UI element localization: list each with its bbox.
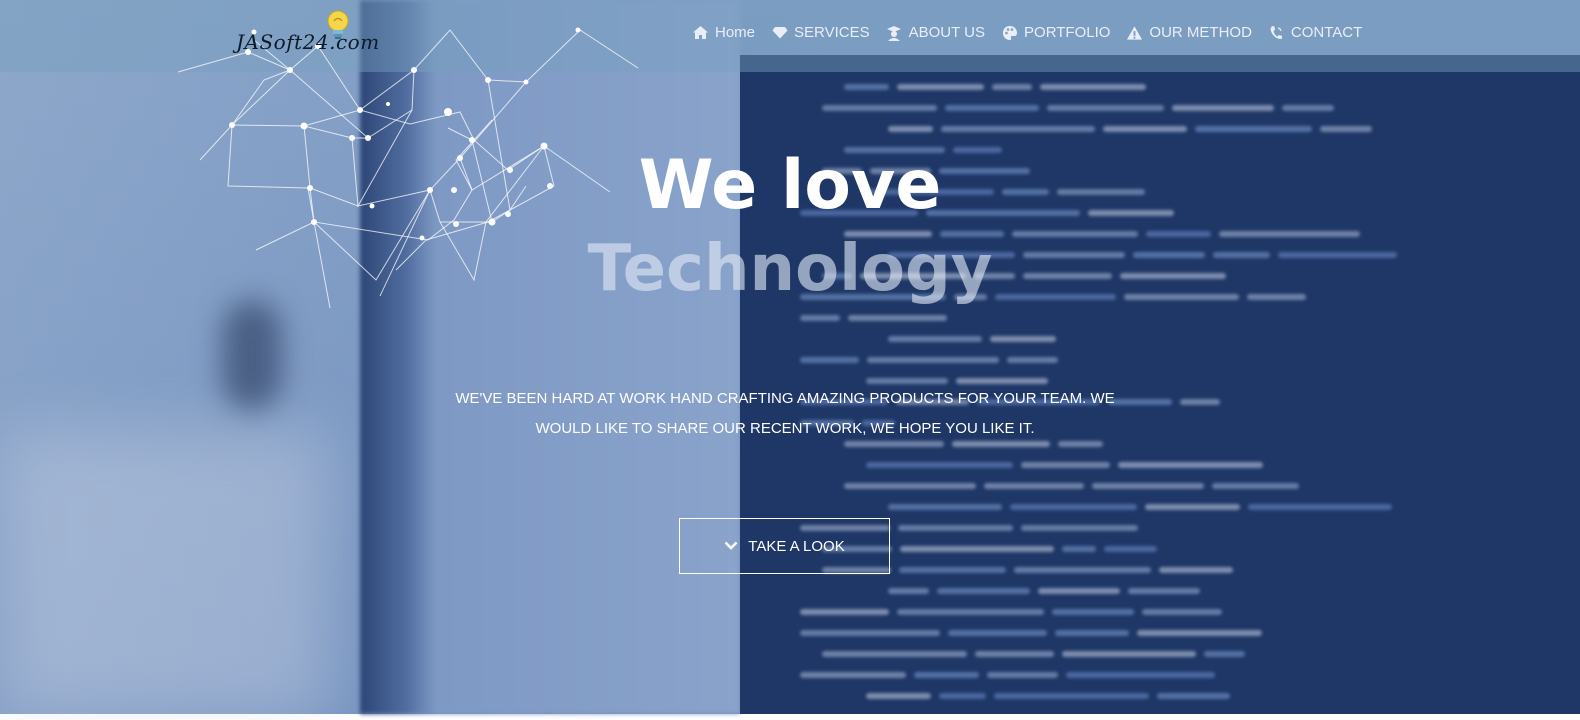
code-line-segment	[1066, 672, 1215, 678]
code-line-segment	[888, 588, 929, 594]
code-line-segment	[948, 630, 1047, 636]
diamond-icon	[771, 24, 788, 41]
nav-item-about-us[interactable]: ABOUT US	[886, 24, 985, 41]
code-line-segment	[822, 651, 967, 657]
nav-item-home[interactable]: Home	[692, 24, 755, 41]
code-line-segment	[990, 336, 1056, 342]
nav-item-label: Home	[715, 24, 756, 41]
nav-item-contact[interactable]: CONTACT	[1268, 24, 1362, 41]
code-line-segment	[800, 315, 840, 321]
code-line-segment	[975, 651, 1054, 657]
code-line-segment	[1145, 504, 1240, 510]
code-line-segment	[1010, 504, 1137, 510]
code-line-segment	[1014, 567, 1151, 573]
code-line-segment	[1007, 357, 1058, 363]
hero-title-line-2: Technology	[587, 232, 993, 306]
code-line-segment	[888, 504, 1002, 510]
code-line-segment	[1282, 105, 1334, 111]
hero-subtitle-line-2: WOULD LIKE TO SHARE OUR RECENT WORK, WE …	[535, 420, 1035, 437]
code-line-segment	[984, 483, 1084, 489]
code-line-segment	[822, 105, 937, 111]
phone-icon	[1268, 24, 1285, 41]
code-line-segment	[866, 693, 931, 699]
main-navigation: Home SERVICES ABOUT US PORTFOLIO OUR MET…	[692, 24, 1362, 41]
code-line-segment	[800, 357, 859, 363]
code-line-segment	[1052, 609, 1134, 615]
code-line-segment	[800, 630, 940, 636]
code-line-segment	[1118, 462, 1263, 468]
code-line-segment	[992, 84, 1032, 90]
site-logo[interactable]: JASoft24.com	[236, 30, 380, 54]
graduate-icon	[886, 24, 903, 41]
code-line-segment	[1062, 651, 1196, 657]
nav-item-label: PORTFOLIO	[1024, 24, 1111, 41]
background-blur-light	[0, 430, 330, 720]
code-line-segment	[945, 105, 1039, 111]
code-line-segment	[844, 84, 889, 90]
code-line-segment	[1104, 546, 1157, 552]
code-line-segment	[1180, 399, 1220, 405]
chevron-down-icon	[724, 538, 738, 555]
home-icon	[692, 24, 709, 41]
code-line-segment	[800, 609, 889, 615]
code-line-segment	[994, 693, 1149, 699]
code-line-segment	[866, 462, 1013, 468]
code-line-segment	[914, 672, 979, 678]
code-line-segment	[1159, 567, 1233, 573]
nav-item-label: CONTACT	[1290, 24, 1363, 41]
code-line-segment	[1320, 126, 1372, 132]
code-line-segment	[939, 693, 986, 699]
nav-item-label: OUR METHOD	[1149, 24, 1252, 41]
nav-item-services[interactable]: SERVICES	[771, 24, 870, 41]
code-line-segment	[1212, 483, 1299, 489]
code-line-segment	[900, 546, 1054, 552]
code-line-segment	[1055, 630, 1129, 636]
code-line-segment	[848, 315, 947, 321]
code-line-segment	[1137, 630, 1262, 636]
nav-item-label: SERVICES	[794, 24, 870, 41]
code-line-segment	[1040, 84, 1146, 90]
code-line-segment	[1142, 609, 1222, 615]
code-line-segment	[987, 672, 1058, 678]
code-line-segment	[867, 357, 999, 363]
code-line-segment	[888, 126, 933, 132]
code-line-segment	[898, 525, 1013, 531]
code-line-segment	[1103, 126, 1187, 132]
code-line-segment	[1248, 504, 1392, 510]
hero-title-line-1: We love	[638, 146, 942, 225]
code-line-segment	[897, 84, 984, 90]
code-line-segment	[1172, 105, 1274, 111]
code-line-segment	[1157, 693, 1230, 699]
triangle-icon	[1126, 24, 1143, 41]
code-line-segment	[1195, 126, 1312, 132]
code-line-segment	[897, 609, 1044, 615]
code-line-segment	[1062, 546, 1096, 552]
lightbulb-icon	[327, 10, 349, 39]
code-line-segment	[941, 126, 1095, 132]
palette-icon	[1001, 24, 1018, 41]
hero-subtitle: WE'VE BEEN HARD AT WORK HAND CRAFTING AM…	[440, 384, 1130, 444]
code-line-segment	[1092, 483, 1204, 489]
code-line-segment	[1128, 588, 1200, 594]
code-line-segment	[899, 567, 1006, 573]
nav-item-portfolio[interactable]: PORTFOLIO	[1001, 24, 1110, 41]
hero-subtitle-line-1: WE'VE BEEN HARD AT WORK HAND CRAFTING AM…	[455, 390, 1115, 407]
nav-item-our-method[interactable]: OUR METHOD	[1126, 24, 1252, 41]
code-line-segment	[1021, 462, 1110, 468]
code-line-segment	[800, 672, 906, 678]
code-line-segment	[1038, 588, 1120, 594]
code-line-segment	[1021, 525, 1138, 531]
code-line-segment	[1204, 651, 1245, 657]
code-line-segment	[844, 483, 976, 489]
take-a-look-label: TAKE A LOOK	[748, 537, 845, 555]
nav-item-label: ABOUT US	[908, 24, 986, 41]
code-line-segment	[1047, 105, 1164, 111]
code-line-segment	[937, 588, 1030, 594]
code-line-segment	[888, 336, 982, 342]
take-a-look-button[interactable]: TAKE A LOOK	[679, 518, 890, 574]
